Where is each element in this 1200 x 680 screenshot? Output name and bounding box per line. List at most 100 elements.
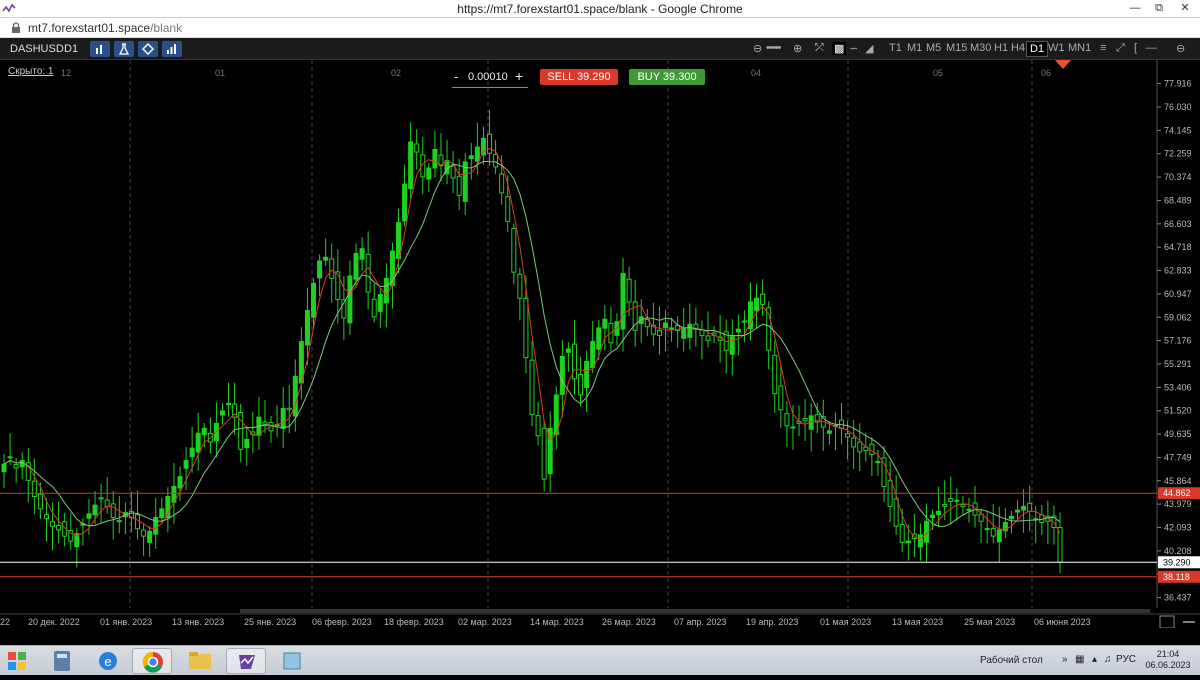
clock[interactable]: 21:04 06.06.2023 [1140,649,1196,671]
price-tick-label: 36.437 [1164,593,1192,603]
close-button[interactable]: ✕ [1172,0,1198,18]
taskbar-explorer[interactable] [180,648,220,674]
tf-M5[interactable]: M5 [923,41,944,57]
price-level-label: 39.290 [1163,557,1191,567]
tray-volume-icon[interactable]: ♫ [1104,654,1112,665]
price-tick-label: 55.291 [1164,359,1192,369]
candle-body [663,322,669,329]
candle-body [602,318,608,329]
candle-body [942,504,948,507]
lot-decrease-button[interactable]: - [454,69,458,84]
address-bar[interactable]: mt7.forexstart01.space/blank [0,18,1200,38]
candle-body [201,427,207,436]
candle-body [845,433,851,438]
candle-body [669,327,675,330]
language-indicator[interactable]: РУС [1116,654,1136,665]
taskbar-chrome[interactable] [132,648,172,674]
date-tick-label: 07 апр. 2023 [674,617,726,627]
buy-button[interactable]: BUY 39.300 [629,69,705,85]
candle-body [323,256,329,261]
lot-underline [452,87,528,88]
candle-body [699,329,705,336]
candle-body [626,278,632,303]
candle-body [347,275,353,324]
candle-body [772,354,778,395]
chart-area[interactable]: 1201020304050677.91676.03074.14572.25970… [0,60,1200,628]
candle-body [468,155,474,160]
zoom-in-icon[interactable]: ⊕ [793,42,802,55]
tf-MN1[interactable]: MN1 [1065,41,1094,57]
symbol-label[interactable]: DASHUSD [10,43,64,55]
tray-signal-icon[interactable]: ▴ [1092,654,1097,665]
taskbar-terminal-app[interactable] [226,648,266,674]
price-tick-label: 74.145 [1164,125,1192,135]
sell-button[interactable]: SELL 39.290 [540,69,618,85]
candle-body [159,508,165,519]
price-tick-label: 77.916 [1164,79,1192,89]
candle-body [596,327,602,350]
candle-body [92,504,98,516]
line-chart-icon[interactable]: ∽ [849,42,858,55]
minimize-chart-icon[interactable]: — [1146,42,1157,54]
candles-icon[interactable]: ▩ [832,42,847,55]
windows-start-icon[interactable] [4,649,30,673]
price-tick-label: 62.833 [1164,266,1192,276]
taskbar-app[interactable] [272,648,312,674]
candle-body [147,530,153,543]
candle-body [304,310,310,346]
menu-icon[interactable]: ≡ [1100,42,1106,54]
candle-body [329,258,335,279]
crosshair-icon[interactable]: ⤱ [815,42,824,55]
chrome-icon [142,651,163,673]
close-chart-icon[interactable]: ⊖ [1176,42,1185,55]
candle-body [1008,515,1014,520]
objects-button[interactable] [138,41,158,57]
candle-body [529,359,535,416]
candle-body [584,360,590,388]
zoom-out-icon[interactable]: ⊖ [753,42,762,55]
clock-date: 06.06.2023 [1145,660,1191,670]
price-chart[interactable]: 1201020304050677.91676.03074.14572.25970… [0,60,1200,628]
taskbar-ie[interactable]: e [88,648,128,674]
area-chart-icon[interactable]: ◢ [865,42,873,55]
depth-button[interactable] [162,41,182,57]
candle-body [189,447,195,458]
candle-body [432,149,438,169]
date-tick-label: 02 мар. 2023 [458,617,512,627]
svg-text:e: e [104,654,111,669]
indicators-button[interactable] [114,41,134,57]
candle-body [177,476,183,489]
top-month-label: 05 [933,68,943,78]
lot-increase-button[interactable]: + [515,68,523,84]
candle-body [450,165,456,179]
tray-expand-icon[interactable]: » [1062,654,1068,665]
candle-body [996,529,1002,543]
current-bar-marker [1055,60,1071,69]
candle-body [280,407,286,429]
tf-T1[interactable]: T1 [886,41,905,57]
candle-body [408,141,414,190]
price-level-label: 38.118 [1163,572,1190,582]
candle-body [414,143,420,153]
hidden-objects-link[interactable]: Скрыто: 1 [8,66,54,77]
candle-body [990,527,996,537]
bar-chart-button[interactable] [90,41,110,57]
url-text[interactable]: mt7.forexstart01.space/blank [28,21,182,35]
candle-body [948,498,954,502]
timeframe-label[interactable]: D1 [64,43,78,55]
zoom-slider[interactable]: ••••• [766,42,781,54]
bracket-icon[interactable]: [ [1134,42,1137,54]
date-tick-label: 13 мая 2023 [892,617,943,627]
lot-input[interactable]: 0.00010 [468,71,508,83]
expand-icon[interactable]: ⤢ [1116,42,1125,55]
candle-body [620,272,626,330]
desktop-label[interactable]: Рабочий стол [980,655,1043,666]
minimize-button[interactable]: — [1122,0,1148,18]
price-tick-label: 66.603 [1164,219,1192,229]
candle-body [778,385,784,411]
top-month-label: 01 [215,68,225,78]
taskbar-calculator[interactable] [42,648,82,674]
restore-button[interactable]: ⧉ [1146,0,1172,18]
tray-network-icon[interactable]: ▦ [1075,654,1084,665]
candle-body [511,227,517,273]
